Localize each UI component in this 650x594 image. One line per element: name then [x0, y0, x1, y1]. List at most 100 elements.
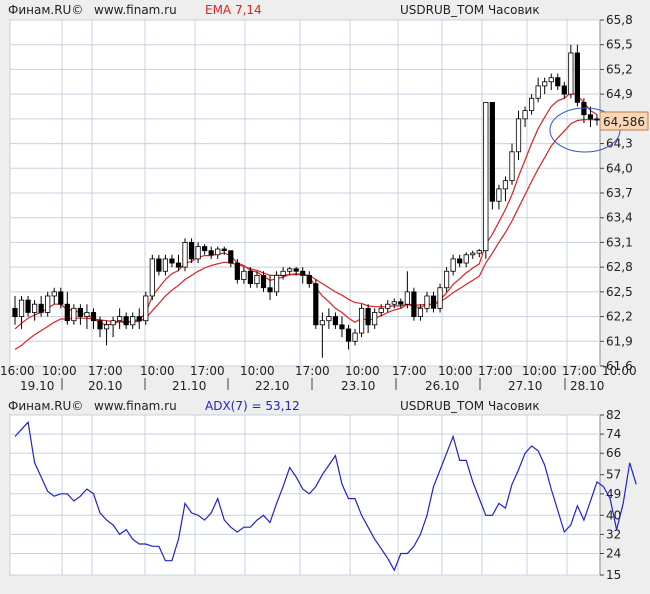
candle-body — [195, 246, 201, 260]
candle-body — [123, 316, 129, 326]
adx-y-tick-label: 82 — [606, 408, 621, 422]
price-y-tick-label: 64,3 — [606, 137, 633, 151]
adx-y-tick-label: 15 — [606, 568, 621, 582]
candle-body — [529, 97, 535, 112]
candle-body — [581, 101, 587, 116]
candle-body — [417, 307, 424, 317]
adx-y-tick-label: 40 — [606, 508, 621, 522]
candle-body — [463, 254, 469, 264]
candle-body — [424, 295, 430, 309]
candle-body — [12, 307, 18, 317]
candle-body — [509, 151, 515, 182]
x-time-label: 17:00 — [478, 364, 513, 378]
candle-body — [260, 274, 267, 289]
x-time-label: 10:00 — [438, 364, 473, 378]
adx-header-instrument: USDRUB_TOM Часовик — [400, 399, 540, 413]
candle-body — [156, 258, 162, 272]
candle-body — [391, 301, 397, 305]
x-date-label: 27.10 — [508, 379, 542, 393]
x-date-label: 21.10 — [172, 379, 206, 393]
candle-body — [136, 316, 142, 322]
candle-body — [247, 270, 254, 285]
candle-body — [143, 295, 149, 322]
candle-body — [103, 324, 110, 330]
price-y-tick-label: 62,8 — [606, 260, 633, 274]
candle-body — [64, 303, 70, 322]
candle-body — [443, 270, 450, 289]
candle-body — [522, 110, 528, 120]
chart-svg: 65,865,565,264,964,664,364,063,763,463,1… — [0, 0, 650, 590]
adx-y-tick-label: 74 — [606, 427, 621, 441]
candle-body — [273, 274, 280, 293]
candle-body — [130, 316, 136, 326]
candle-body — [352, 332, 358, 342]
candle-body — [332, 316, 339, 326]
x-time-label: 10:00 — [240, 364, 275, 378]
x-date-label: 23.10 — [341, 379, 375, 393]
x-time-label: 17:00 — [392, 364, 427, 378]
candle-body — [515, 118, 522, 153]
price-y-tick-label: 63,1 — [606, 235, 633, 249]
candle — [489, 101, 495, 210]
x-time-label: 10:00 — [522, 364, 557, 378]
chart-window: 65,865,565,264,964,664,364,063,763,463,1… — [0, 0, 650, 590]
x-date-label: 22.10 — [255, 379, 289, 393]
price-y-tick-label: 63,4 — [606, 211, 633, 225]
last-price-label: 64,586 — [603, 115, 645, 129]
x-time-label: 16:00 — [0, 364, 35, 378]
x-date-label: 19.10 — [20, 379, 54, 393]
candle-body — [202, 246, 208, 252]
candle-body — [457, 258, 463, 264]
candle-body — [568, 52, 574, 95]
price-y-tick-label: 61,9 — [606, 334, 633, 348]
candle-body — [97, 320, 103, 330]
candle-body — [77, 307, 83, 317]
candle-body — [58, 291, 64, 305]
candle-body — [293, 268, 299, 272]
candle-body — [411, 291, 417, 317]
candle-body — [287, 268, 293, 272]
price-header-site: www.finam.ru — [94, 3, 177, 17]
x-time-label: 17:00 — [88, 364, 123, 378]
candle-body — [535, 85, 541, 99]
candle-body — [313, 283, 319, 326]
candle-body — [542, 81, 548, 87]
price-y-tick-label: 65,2 — [606, 62, 633, 76]
candle-body — [45, 295, 51, 313]
candle-body — [228, 250, 234, 264]
candle — [149, 254, 155, 301]
candle-body — [502, 180, 509, 190]
adx-header-site: www.finam.ru — [94, 399, 177, 413]
candle-body — [489, 101, 495, 202]
candle-body — [574, 52, 580, 103]
candle-body — [326, 316, 332, 322]
candle-body — [594, 118, 600, 121]
candle-body — [175, 262, 182, 268]
candle-body — [110, 320, 116, 326]
candle — [483, 101, 489, 259]
x-time-label: 17:00 — [190, 364, 225, 378]
candle-body — [51, 291, 57, 297]
candle-body — [149, 258, 155, 297]
candle — [574, 44, 580, 107]
candle-body — [319, 320, 325, 326]
candle-body — [25, 299, 31, 313]
adx-header-indicator: ADX(7) = 53,12 — [205, 399, 300, 413]
adx-plot-area — [9, 414, 601, 576]
candle-body — [372, 312, 378, 326]
candle-body — [437, 287, 443, 309]
candle-body — [378, 307, 384, 313]
adx-header-source: Финам.RU© — [8, 399, 83, 413]
candle-body — [587, 114, 594, 120]
candle-body — [32, 303, 38, 313]
candle-body — [430, 295, 437, 309]
candle-body — [18, 299, 25, 317]
price-y-tick-label: 64,0 — [606, 161, 633, 175]
adx-y-tick-label: 57 — [606, 468, 621, 482]
price-header-source: Финам.RU© — [8, 3, 83, 17]
x-time-label: 17:00 — [295, 364, 330, 378]
candle-body — [404, 291, 410, 305]
candle-body — [385, 303, 391, 309]
candle-body — [234, 262, 240, 280]
candle-body — [470, 252, 476, 256]
